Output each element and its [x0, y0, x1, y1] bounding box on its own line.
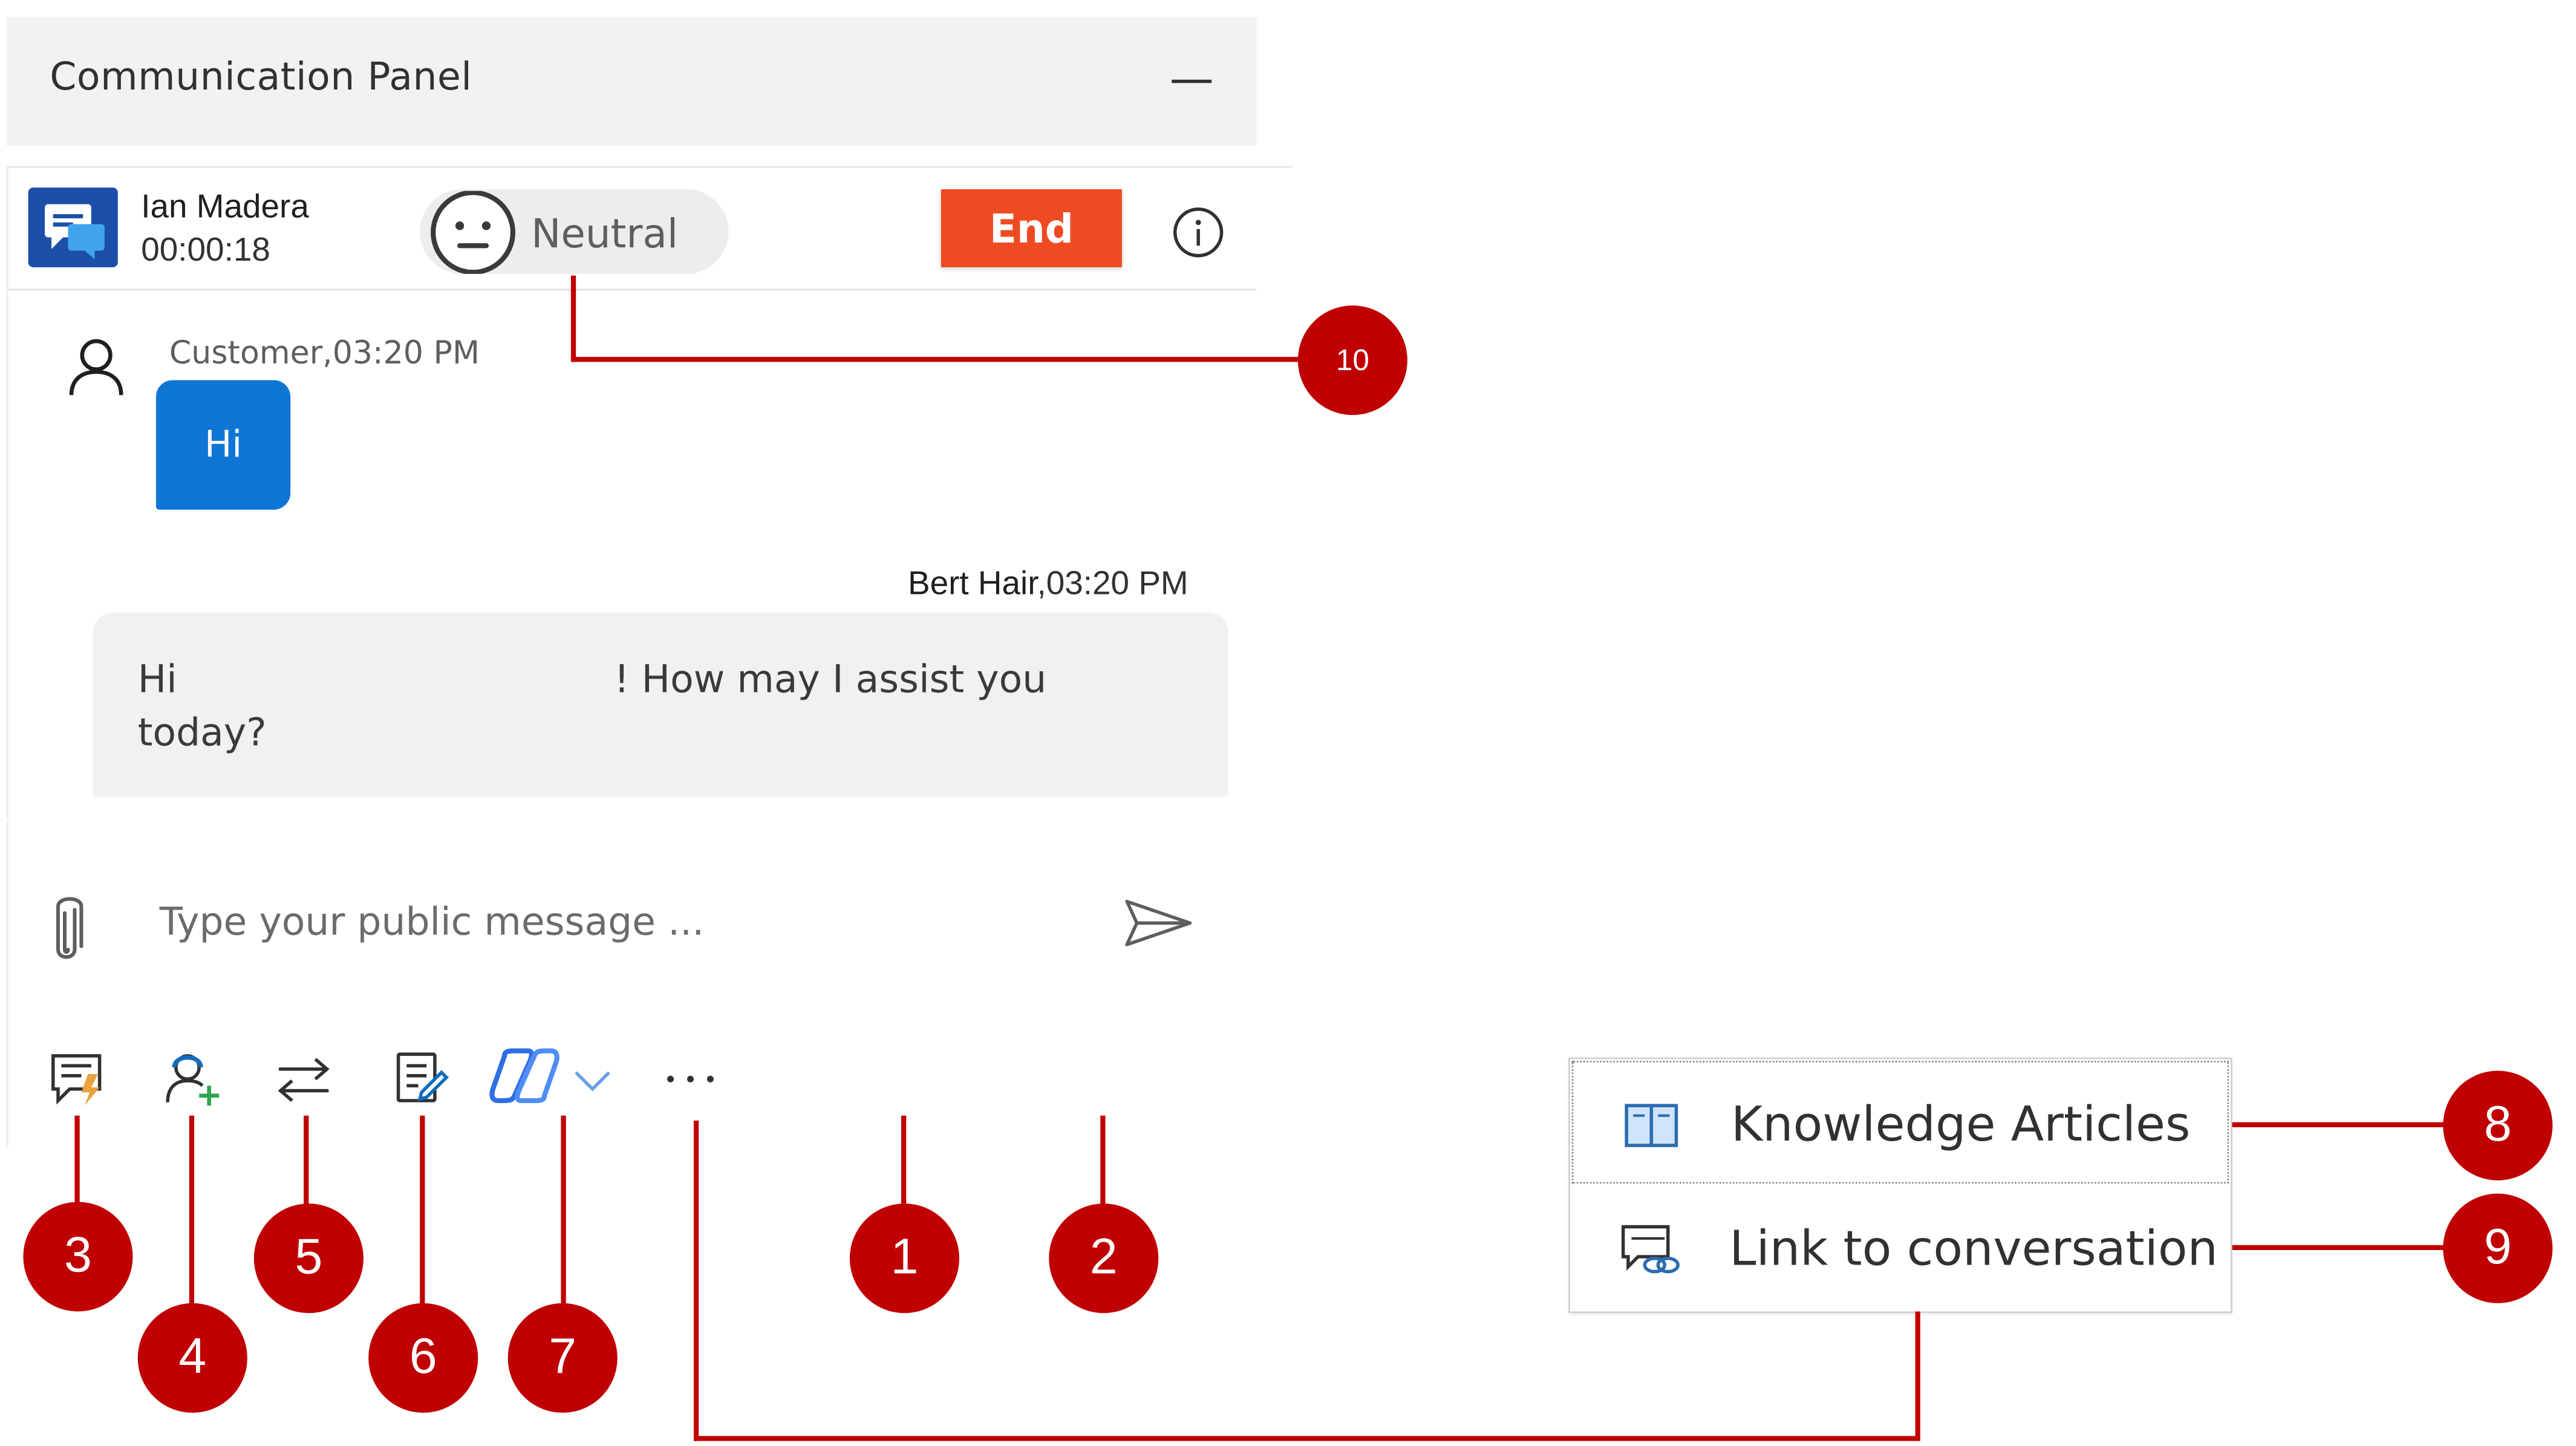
- callout-line: [693, 1436, 1919, 1441]
- sentiment-indicator: Neutral: [420, 189, 729, 274]
- callout-badge: 7: [507, 1303, 618, 1413]
- callout-line: [74, 1115, 80, 1216]
- notes-icon[interactable]: [392, 1049, 452, 1109]
- agent-message-text: today?: [137, 712, 267, 755]
- customer-message-meta: Customer,03:20 PM: [169, 335, 480, 372]
- chevron-down-icon[interactable]: [571, 1066, 614, 1095]
- annotated-screenshot: Communication Panel Ian Madera 00:00:18 …: [0, 0, 2576, 1446]
- callout-badge: 4: [137, 1303, 247, 1413]
- callout-badge: 2: [1049, 1203, 1159, 1314]
- menu-item-label: Knowledge Articles: [1730, 1095, 2191, 1153]
- divider: [6, 818, 1257, 821]
- divider: [8, 288, 1257, 291]
- sentiment-label: Neutral: [531, 210, 679, 258]
- agent-message-text: ! How may I assist you: [614, 659, 1047, 703]
- callout-line: [2232, 1122, 2448, 1127]
- callout-line: [561, 1115, 566, 1315]
- neutral-face-icon: [431, 191, 515, 274]
- customer-avatar-icon: [63, 337, 129, 397]
- callout-line: [901, 1115, 907, 1216]
- end-button[interactable]: End: [941, 189, 1122, 267]
- session-timer: 00:00:18: [141, 232, 270, 269]
- panel-title: Communication Panel: [50, 56, 472, 100]
- callout-line: [570, 357, 1310, 362]
- callout-badge: 8: [2443, 1070, 2553, 1181]
- callout-badge: 6: [368, 1303, 478, 1413]
- callout-badge: 10: [1297, 305, 1407, 415]
- callout-line: [693, 1120, 699, 1441]
- agent-message-meta: Bert Hair,03:20 PM: [908, 566, 1189, 604]
- more-icon[interactable]: [660, 1063, 720, 1096]
- minimize-button[interactable]: [1167, 75, 1216, 95]
- callout-badge: 3: [23, 1202, 133, 1312]
- agent-message-time: ,03:20 PM: [1037, 566, 1189, 603]
- info-icon[interactable]: [1172, 206, 1225, 259]
- callout-badge: 9: [2443, 1193, 2553, 1303]
- book-icon: [1620, 1096, 1683, 1156]
- callout-line: [2232, 1245, 2448, 1250]
- more-options-menu: Knowledge Articles Link to conversation: [1568, 1057, 2232, 1314]
- agent-name: Bert Hair: [907, 566, 1037, 603]
- callout-line: [570, 275, 576, 362]
- contact-name: Ian Madera: [141, 189, 309, 226]
- paperclip-icon[interactable]: [40, 893, 93, 969]
- agent-message-text: Hi: [137, 659, 177, 703]
- callout-line: [1915, 1311, 1920, 1441]
- menu-item-knowledge-articles[interactable]: Knowledge Articles: [1571, 1061, 2229, 1184]
- agent-message-bubble: Hi ! How may I assist you today?: [93, 612, 1228, 797]
- copilot-icon[interactable]: [488, 1046, 561, 1106]
- divider: [1256, 166, 1293, 168]
- customer-message-bubble: Hi: [155, 380, 291, 510]
- consult-icon[interactable]: [163, 1049, 223, 1109]
- send-icon[interactable]: [1122, 896, 1195, 949]
- customer-message-text: Hi: [204, 424, 243, 466]
- transfer-icon[interactable]: [274, 1049, 334, 1109]
- callout-line: [1100, 1115, 1106, 1216]
- chat-channel-icon: [28, 187, 118, 267]
- callout-line: [420, 1115, 425, 1315]
- menu-item-label: Link to conversation: [1729, 1220, 2219, 1277]
- callout-line: [189, 1115, 195, 1315]
- callout-badge: 1: [849, 1203, 960, 1314]
- menu-item-link-to-conversation[interactable]: Link to conversation: [1572, 1187, 2229, 1310]
- callout-line: [304, 1115, 309, 1216]
- message-input[interactable]: [149, 883, 1099, 963]
- quick-replies-icon[interactable]: [48, 1049, 108, 1109]
- callout-badge: 5: [253, 1203, 364, 1314]
- chat-link-icon: [1618, 1220, 1681, 1280]
